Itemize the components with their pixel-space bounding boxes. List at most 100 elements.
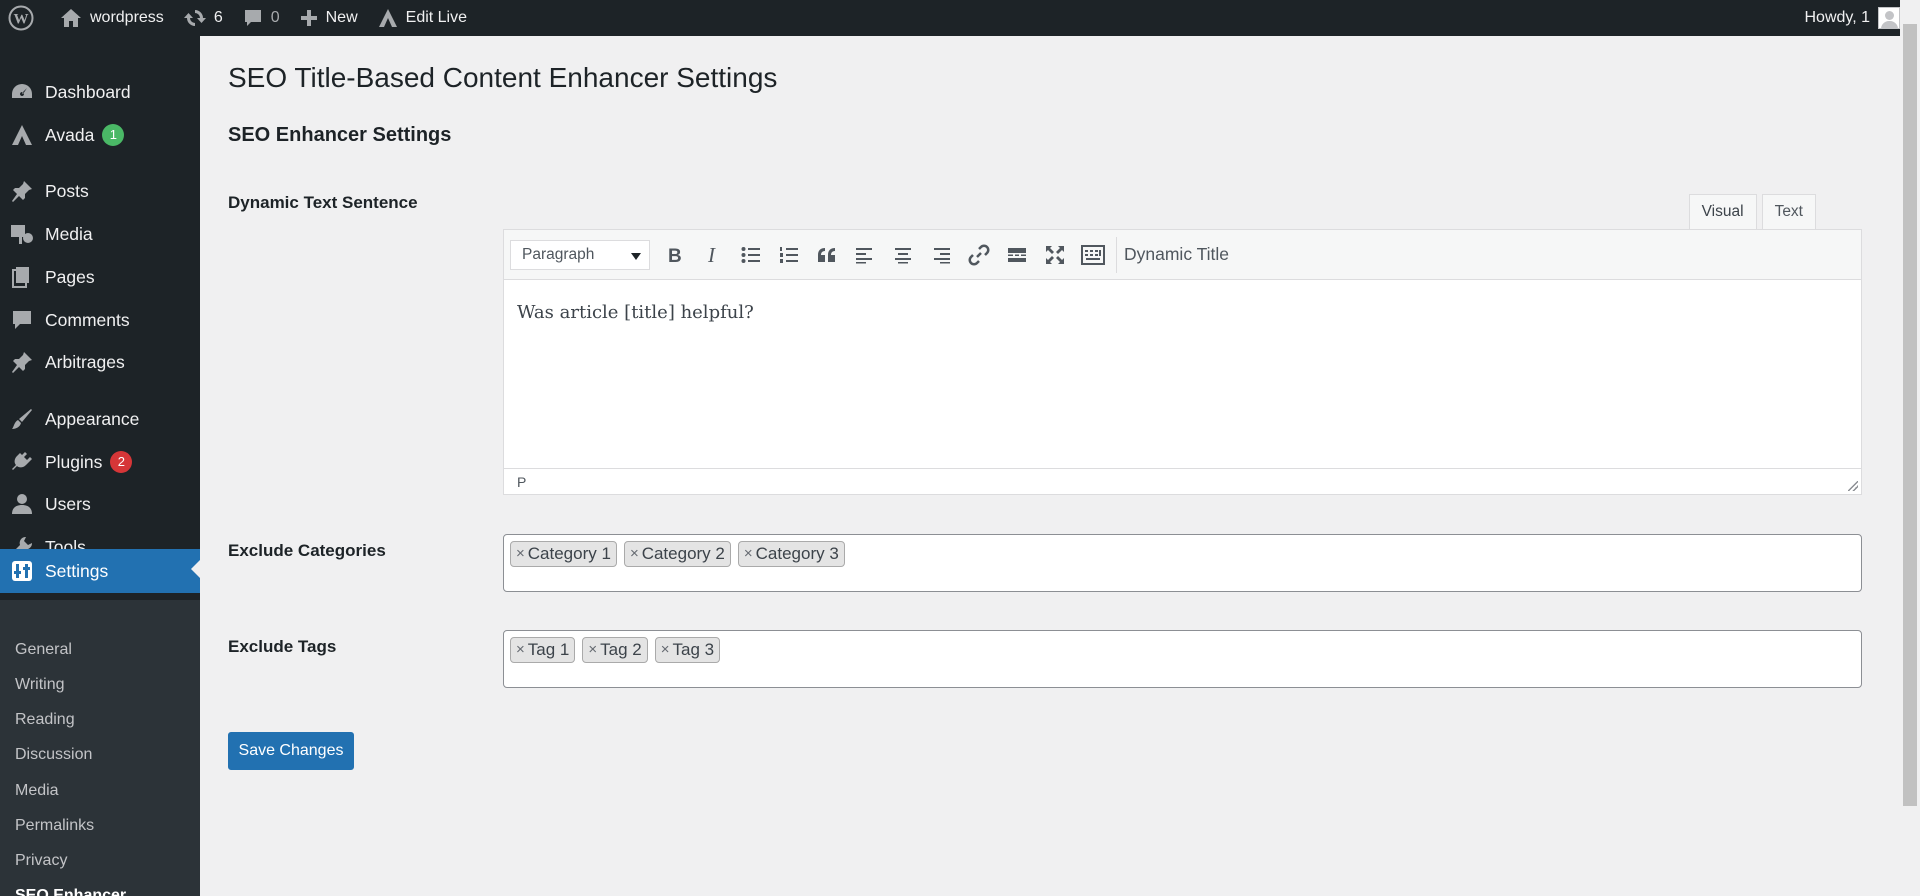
sidebar-item-pages[interactable]: Pages [0,257,200,297]
resize-handle[interactable] [1848,481,1858,491]
dynamic-title-button[interactable]: Dynamic Title [1124,244,1229,265]
insert-link-button[interactable] [963,239,995,271]
bulleted-list-button[interactable] [735,239,767,271]
section-title: SEO Enhancer Settings [228,124,452,146]
tab-text[interactable]: Text [1761,194,1816,230]
editor-content-area[interactable]: Was article [title] helpful? [504,280,1861,468]
toolbar-toggle-button[interactable] [1077,239,1109,271]
remove-token-button[interactable]: × [588,638,597,662]
avada-icon [10,124,34,146]
sidebar-item-appearance[interactable]: Appearance [0,399,200,439]
save-changes-button[interactable]: Save Changes [228,732,354,770]
align-left-button[interactable] [849,239,881,271]
fullscreen-button[interactable] [1039,239,1071,271]
sidebar-item-arbitrages[interactable]: Arbitrages [0,342,200,382]
bold-icon: B [668,246,682,264]
submenu-item-media[interactable]: Media [15,779,59,803]
sidebar-item-label: Users [45,493,91,514]
sidebar-item-label: Comments [45,309,130,330]
submenu-item-permalinks[interactable]: Permalinks [15,814,94,838]
howdy-text: Howdy, 1 [1804,9,1870,26]
svg-text:W: W [14,12,29,28]
link-icon [968,244,990,265]
update-badge: 2 [110,451,133,473]
tag-token: × Tag 3 [654,637,721,663]
plus-icon [300,10,317,26]
remove-token-button[interactable]: × [630,542,639,566]
page-scrollbar[interactable] [1900,0,1920,896]
submenu-item-general[interactable]: General [15,638,72,662]
sidebar-item-plugins[interactable]: Plugins 2 [0,442,200,482]
quote-icon [818,247,835,262]
tab-visual[interactable]: Visual [1688,194,1757,230]
submenu-item-writing[interactable]: Writing [15,673,65,697]
submenu-item-privacy[interactable]: Privacy [15,849,67,873]
sidebar-item-label: Avada [45,124,95,145]
exclude-tags-select[interactable]: × Tag 1 × Tag 2 × Tag 3 [503,630,1862,688]
exclude-categories-label: Exclude Categories [228,541,386,560]
token-label: Category 2 [641,544,725,563]
remove-token-button[interactable]: × [661,638,670,662]
sidebar-item-dashboard[interactable]: Dashboard [0,72,200,112]
plugin-icon [10,451,34,473]
updates-link[interactable]: 6 [174,0,233,36]
sidebar-item-media[interactable]: Media [0,214,200,254]
new-content-link[interactable]: New [290,0,368,36]
sidebar-item-avada[interactable]: Avada 1 [0,115,200,155]
settings-icon [10,560,34,582]
submenu-item-reading[interactable]: Reading [15,708,75,732]
home-icon [61,9,81,27]
italic-button[interactable]: I [697,239,729,271]
submenu-item-seo-enhancer[interactable]: SEO Enhancer [15,884,126,896]
edit-live-label: Edit Live [405,9,468,26]
token-label: Tag 3 [672,640,715,659]
page-title: SEO Title-Based Content Enhancer Setting… [228,62,778,93]
dashboard-icon [10,81,34,103]
admin-bar: W wordpress 6 0 New Edit Live Howdy, 1 [0,0,1920,36]
numbered-list-button[interactable] [773,239,805,271]
editor-paragraph: Was article [title] helpful? [517,302,754,323]
remove-token-button[interactable]: × [744,542,753,566]
italic-icon: I [707,246,716,264]
format-select[interactable]: Paragraph [510,239,650,270]
svg-text:B: B [668,246,682,264]
element-path[interactable]: P [517,474,526,490]
align-center-button[interactable] [887,239,919,271]
sidebar-item-users[interactable]: Users [0,484,200,524]
remove-token-button[interactable]: × [516,638,525,662]
read-more-icon [1008,247,1026,262]
sidebar-item-label: Pages [45,266,95,287]
comments-link[interactable]: 0 [233,0,290,36]
pages-icon [10,266,34,288]
exclude-categories-select[interactable]: × Category 1 × Category 2 × Category 3 [503,534,1862,592]
wordpress-icon: W [8,5,34,31]
pin-icon [10,351,34,373]
fullscreen-icon [1046,245,1064,264]
submenu-item-discussion[interactable]: Discussion [15,743,92,767]
site-name-link[interactable]: wordpress [50,0,174,36]
editor-toolbar: Paragraph B I Dynamic Title [504,230,1861,280]
wordpress-logo-button[interactable]: W [0,0,44,36]
bold-button[interactable]: B [659,239,691,271]
token-label: Category 1 [527,544,611,563]
category-token: × Category 1 [510,541,617,567]
sidebar-item-label: Dashboard [45,81,131,102]
scrollbar-thumb[interactable] [1903,24,1917,806]
sidebar-item-label: Posts [45,180,89,201]
sidebar-item-settings[interactable]: Settings [0,549,200,593]
sidebar-item-posts[interactable]: Posts [0,171,200,211]
editor-tabs: Visual Text [1684,194,1816,230]
brush-icon [10,408,34,430]
align-right-button[interactable] [925,239,957,271]
token-label: Tag 1 [527,640,570,659]
comment-icon [10,309,34,331]
my-account[interactable]: Howdy, 1 [1804,0,1900,36]
align-right-icon [934,247,950,263]
remove-token-button[interactable]: × [516,542,525,566]
blockquote-button[interactable] [811,239,843,271]
sidebar-item-label: Plugins [45,451,103,472]
edit-live-link[interactable]: Edit Live [368,0,477,36]
sidebar-item-comments[interactable]: Comments [0,300,200,340]
read-more-button[interactable] [1001,239,1033,271]
svg-text:I: I [707,246,716,264]
